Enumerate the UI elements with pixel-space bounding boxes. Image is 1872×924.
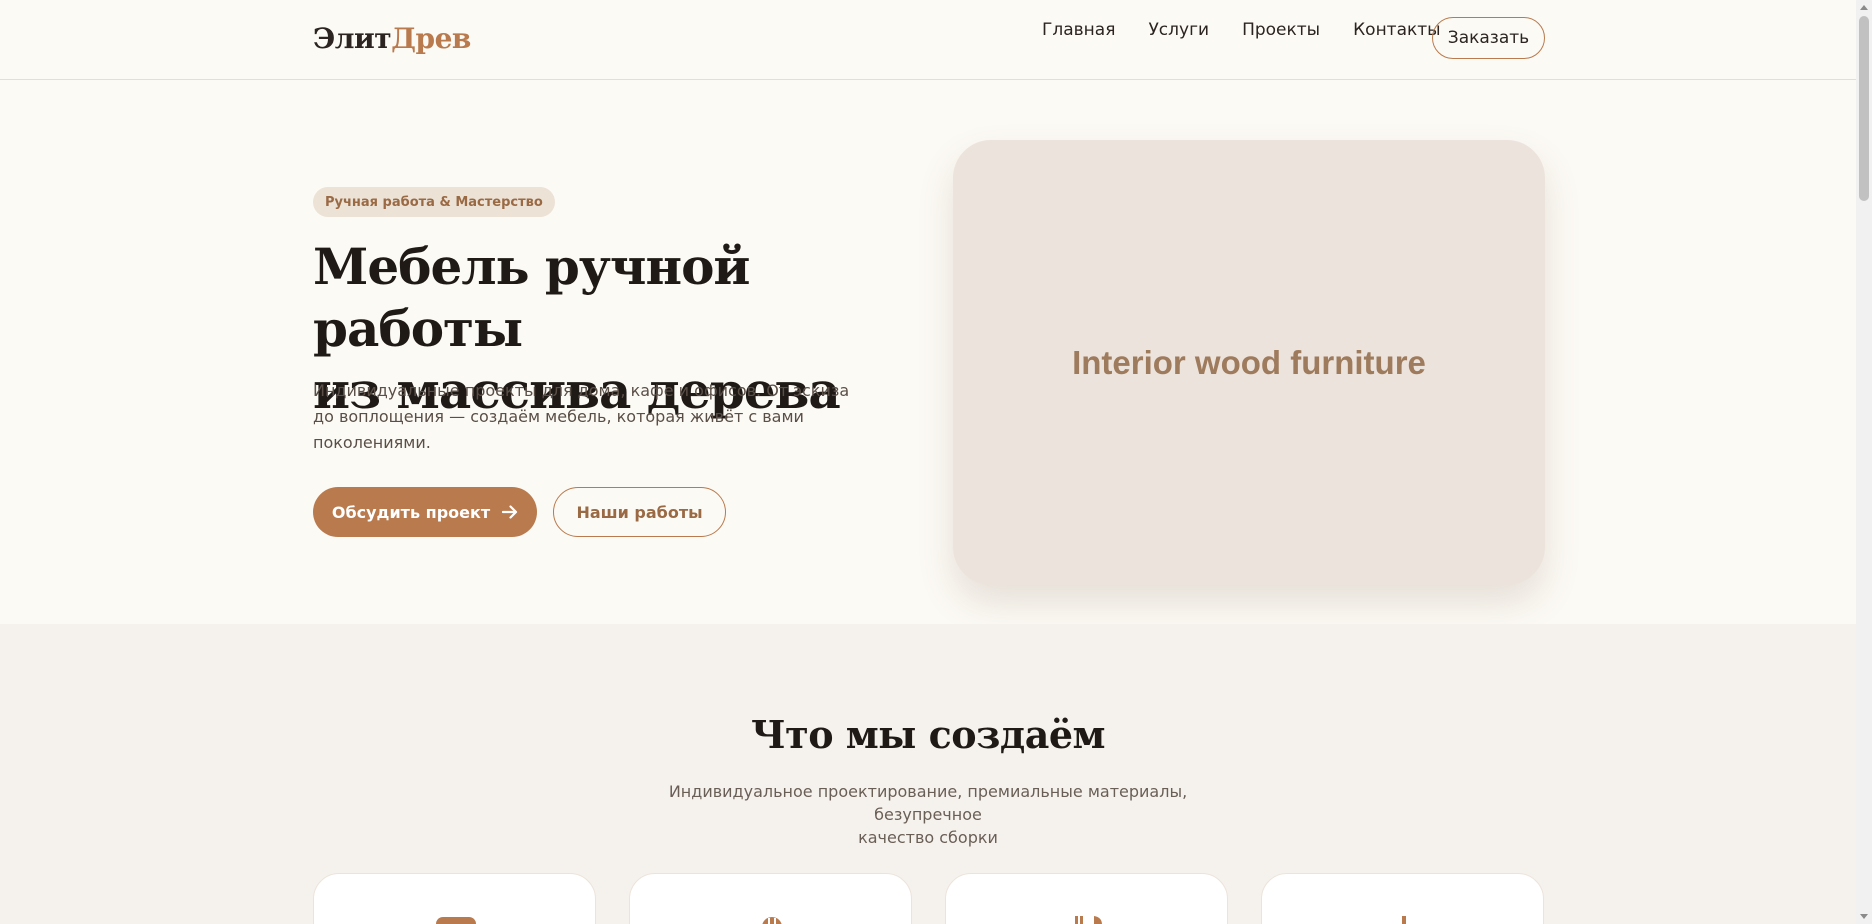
hero-description-line: до воплощения — создаём мебель, которая …: [313, 407, 804, 426]
hero-image-placeholder: Interior wood furniture: [953, 140, 1545, 585]
nav-link-contacts[interactable]: Контакты: [1353, 19, 1441, 41]
nav-link-projects[interactable]: Проекты: [1242, 19, 1320, 41]
hero-image-label: Interior wood furniture: [1072, 343, 1426, 381]
hero-title-line: Мебель ручной работы: [313, 237, 751, 358]
service-card[interactable]: [945, 873, 1228, 924]
hero-description-line: Индивидуальные проекты для дома, кафе и …: [313, 381, 850, 400]
order-button[interactable]: Заказать: [1432, 17, 1545, 59]
service-card[interactable]: [1261, 873, 1544, 924]
utensils-icon: [1066, 913, 1110, 924]
page: ЭлитДрев Главная Услуги Проекты Контакты…: [0, 0, 1856, 924]
lamp-icon: [1382, 913, 1426, 924]
discuss-project-button[interactable]: Обсудить проект: [313, 487, 537, 537]
services-section: Что мы создаём Индивидуальное проектиров…: [0, 624, 1856, 924]
services-title: Что мы создаём: [750, 712, 1106, 757]
services-subtitle-line: Индивидуальное проектирование, премиальн…: [668, 782, 1188, 824]
service-card[interactable]: [629, 873, 912, 924]
vertical-scrollbar[interactable]: [1856, 0, 1872, 924]
site-header: ЭлитДрев Главная Услуги Проекты Контакты…: [0, 0, 1856, 80]
hero-badge: Ручная работа & Мастерство: [313, 187, 555, 217]
main-nav: Главная Услуги Проекты Контакты: [1042, 19, 1441, 41]
services-subtitle-line: качество сборки: [858, 828, 998, 847]
discuss-project-label: Обсудить проект: [331, 502, 491, 522]
hero-description-line: поколениями.: [313, 433, 431, 452]
sofa-icon: [434, 913, 478, 924]
cafe-icon: [750, 913, 794, 924]
scroll-up-arrow-icon[interactable]: [1860, 5, 1868, 10]
logo[interactable]: ЭлитДрев: [313, 22, 471, 55]
hero-description: Индивидуальные проекты для дома, кафе и …: [313, 378, 853, 456]
services-subtitle: Индивидуальное проектирование, премиальн…: [620, 780, 1236, 849]
nav-link-services[interactable]: Услуги: [1148, 19, 1209, 41]
scrollbar-thumb[interactable]: [1859, 16, 1869, 201]
nav-link-home[interactable]: Главная: [1042, 19, 1115, 41]
service-card[interactable]: [313, 873, 596, 924]
arrow-right-icon: [502, 505, 518, 519]
logo-part-1: Элит: [313, 22, 392, 55]
logo-part-2: Древ: [391, 22, 471, 55]
our-works-button[interactable]: Наши работы: [553, 487, 726, 537]
scroll-down-arrow-icon[interactable]: [1860, 914, 1868, 919]
